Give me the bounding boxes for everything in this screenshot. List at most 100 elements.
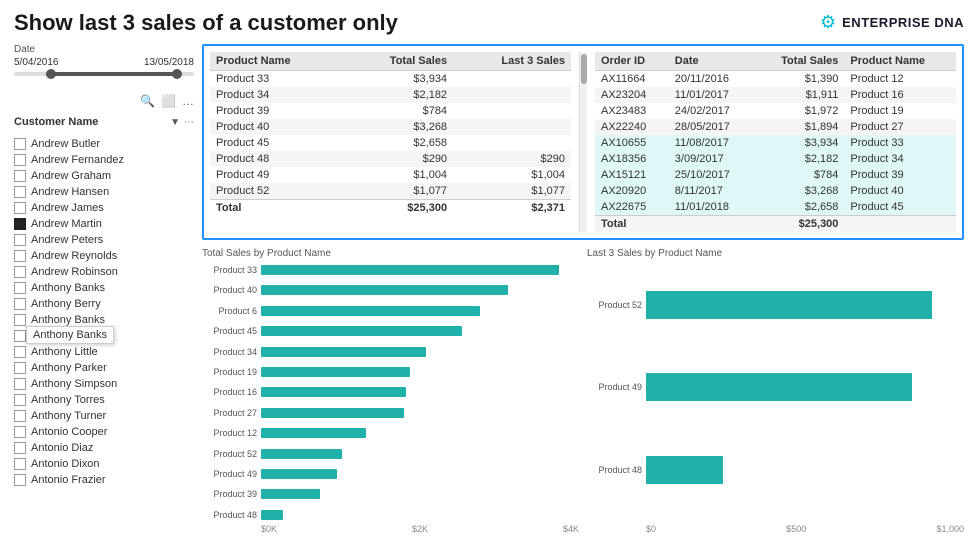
customer-checkbox[interactable] — [14, 314, 26, 326]
bar-row: Product 19 — [202, 365, 579, 379]
customer-item[interactable]: Andrew Reynolds — [14, 248, 194, 264]
product-name-cell: Product 52 — [210, 183, 345, 200]
total-row: Total $25,300 $2,371 — [210, 200, 571, 217]
customer-checkbox[interactable] — [14, 442, 26, 454]
customer-item[interactable]: Anthony Torres — [14, 392, 194, 408]
customer-item[interactable]: Antonio Cooper — [14, 424, 194, 440]
customer-item[interactable]: Andrew Fernandez — [14, 152, 194, 168]
customer-checkbox[interactable] — [14, 218, 26, 230]
customer-item[interactable]: Anthony Turner — [14, 408, 194, 424]
customer-checkbox[interactable] — [14, 298, 26, 310]
customer-item[interactable]: Antonio Dixon — [14, 456, 194, 472]
dots-icon[interactable]: ⋯ — [184, 117, 194, 128]
last3-cell — [453, 119, 571, 135]
total-sales-cell: $2,658 — [345, 135, 453, 151]
bar-fill — [261, 428, 366, 438]
right-bar-container — [646, 291, 964, 319]
customer-checkbox[interactable] — [14, 474, 26, 486]
customer-checkbox[interactable] — [14, 170, 26, 182]
product-cell: Product 12 — [844, 71, 956, 88]
customer-item[interactable]: Andrew Martin — [14, 216, 194, 232]
x-label-0: $0K — [261, 524, 277, 534]
right-bar-fill — [646, 456, 723, 484]
rx-label-2: $1,000 — [936, 524, 964, 534]
customer-item[interactable]: Andrew Butler — [14, 136, 194, 152]
customer-item[interactable]: Anthony Berry — [14, 296, 194, 312]
customer-item[interactable]: Antonio Frazier — [14, 472, 194, 488]
customer-checkbox[interactable] — [14, 362, 26, 374]
customer-checkbox[interactable] — [14, 346, 26, 358]
customer-checkbox[interactable] — [14, 154, 26, 166]
customer-item[interactable]: Antonio Diaz — [14, 440, 194, 456]
slider-thumb-right[interactable] — [172, 69, 182, 79]
customer-checkbox[interactable] — [14, 202, 26, 214]
customer-item[interactable]: Andrew Robinson — [14, 264, 194, 280]
bar-container — [261, 367, 579, 377]
bar-container — [261, 489, 579, 499]
customer-name: Andrew James — [31, 202, 104, 214]
customer-checkbox[interactable] — [14, 266, 26, 278]
customer-checkbox[interactable] — [14, 330, 26, 342]
left-x-axis: $0K $2K $4K — [202, 524, 579, 534]
customer-checkbox[interactable] — [14, 250, 26, 262]
logo-area: ⚙ ENTERPRISE DNA — [820, 12, 964, 33]
col-order-id: Order ID — [595, 52, 669, 71]
empty-cell — [669, 216, 755, 233]
customer-item[interactable]: Anthony Parker — [14, 360, 194, 376]
bar-fill — [261, 347, 426, 357]
more-icon[interactable]: … — [182, 94, 194, 108]
customer-name: Antonio Frazier — [31, 474, 106, 486]
bar-label: Product 6 — [202, 306, 257, 316]
customer-checkbox[interactable] — [14, 410, 26, 422]
bar-label: Product 45 — [202, 326, 257, 336]
bar-fill — [261, 408, 404, 418]
customer-item[interactable]: Anthony BanksAnthony Banks — [14, 312, 194, 328]
customer-item[interactable]: Andrew Hansen — [14, 184, 194, 200]
customer-item[interactable]: Anthony Little — [14, 344, 194, 360]
scroll-thumb[interactable] — [581, 54, 587, 84]
col-rt-product: Product Name — [844, 52, 956, 71]
total-sales-cell: $290 — [345, 151, 453, 167]
customer-checkbox[interactable] — [14, 186, 26, 198]
scroll-indicator[interactable] — [579, 52, 587, 232]
charts-row: Total Sales by Product Name Product 33 P… — [202, 248, 964, 534]
customer-name: Andrew Butler — [31, 138, 100, 150]
customer-checkbox[interactable] — [14, 138, 26, 150]
customer-checkbox[interactable] — [14, 234, 26, 246]
customer-checkbox[interactable] — [14, 458, 26, 470]
bar-fill — [261, 489, 320, 499]
eraser-icon[interactable]: ⬜ — [161, 94, 176, 108]
date-cell: 20/11/2016 — [669, 71, 755, 88]
customer-checkbox[interactable] — [14, 426, 26, 438]
total-last3-value: $2,371 — [453, 200, 571, 217]
search-icon[interactable]: 🔍 — [140, 94, 155, 108]
customer-item[interactable]: Anthony Simpson — [14, 376, 194, 392]
total-sales-cell: $3,268 — [755, 183, 844, 199]
filter-down-icon[interactable]: ▼ — [170, 117, 180, 128]
total-sales-cell: $3,268 — [345, 119, 453, 135]
order-id-cell: AX22240 — [595, 119, 669, 135]
customer-item[interactable]: Andrew Graham — [14, 168, 194, 184]
customer-item[interactable]: Andrew Peters — [14, 232, 194, 248]
total-sales-cell: $1,390 — [755, 71, 844, 88]
date-cell: 11/01/2018 — [669, 199, 755, 216]
date-slider[interactable] — [14, 72, 194, 76]
table-row: AX11664 20/11/2016 $1,390 Product 12 — [595, 71, 956, 88]
last3-cell — [453, 103, 571, 119]
date-cell: 11/01/2017 — [669, 87, 755, 103]
customer-item[interactable]: Andrew James — [14, 200, 194, 216]
bar-fill — [261, 449, 342, 459]
filter-icons: 🔍 ⬜ … — [14, 94, 194, 108]
customer-item[interactable]: Anthony Banks — [14, 280, 194, 296]
slider-thumb-left[interactable] — [46, 69, 56, 79]
date-cell: 28/05/2017 — [669, 119, 755, 135]
bar-label: Product 19 — [202, 367, 257, 377]
bar-label: Product 40 — [202, 285, 257, 295]
customer-checkbox[interactable] — [14, 282, 26, 294]
bar-label: Product 16 — [202, 387, 257, 397]
customer-checkbox[interactable] — [14, 394, 26, 406]
customer-checkbox[interactable] — [14, 378, 26, 390]
date-cell: 25/10/2017 — [669, 167, 755, 183]
customer-list[interactable]: Andrew Butler Andrew FernandezAndrew Grah… — [14, 136, 194, 534]
bar-label: Product 12 — [202, 428, 257, 438]
